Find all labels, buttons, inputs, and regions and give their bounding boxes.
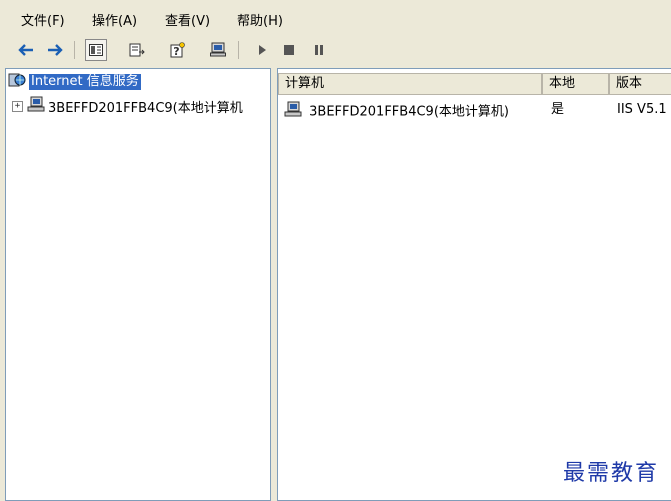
menu-action[interactable]: 操作(A) (92, 10, 137, 29)
tree-child-label: 3BEFFD201FFB4C9(本地计算机 (48, 100, 243, 116)
column-header-local[interactable]: 本地 (542, 73, 609, 95)
column-header-computer[interactable]: 计算机 (278, 73, 542, 95)
computer-icon (284, 101, 302, 123)
list-pane: 计算机 本地 版本 3BEFFD201FFB4C9(本地计算机) 是 IIS V… (277, 68, 671, 501)
tree-pane: Internet 信息服务 + 3BEFFD201FFB4C9(本地计算机 (5, 68, 271, 501)
menu-view[interactable]: 查看(V) (165, 10, 210, 29)
list-item-computer[interactable]: 3BEFFD201FFB4C9(本地计算机) (284, 101, 509, 123)
tree-root-label: Internet 信息服务 (29, 74, 141, 90)
column-header-version[interactable]: 版本 (609, 73, 671, 95)
help-icon[interactable]: ? (166, 39, 188, 61)
tree-item-iis-root[interactable]: Internet 信息服务 (8, 72, 141, 92)
menu-file[interactable]: 文件(F) (21, 10, 65, 29)
tree-item-local-computer[interactable]: + 3BEFFD201FFB4C9(本地计算机 (12, 96, 243, 116)
stop-icon[interactable] (278, 39, 300, 61)
cell-computer: 3BEFFD201FFB4C9(本地计算机) (309, 104, 509, 120)
play-icon[interactable] (251, 39, 273, 61)
expand-icon[interactable]: + (12, 100, 23, 112)
cell-version: IIS V5.1 (617, 102, 667, 117)
forward-arrow-icon[interactable] (44, 39, 66, 61)
show-hide-tree-icon[interactable] (85, 39, 107, 61)
svg-text:?: ? (173, 45, 179, 58)
cell-local: 是 (551, 102, 565, 117)
menu-bar: 文件(F) 操作(A) 查看(V) 帮助(H) (0, 0, 671, 37)
pause-icon[interactable] (308, 39, 330, 61)
back-arrow-icon[interactable] (15, 39, 37, 61)
watermark: 最需教育 (562, 461, 659, 486)
menu-help[interactable]: 帮助(H) (237, 10, 283, 29)
computer-icon (27, 96, 45, 116)
iis-services-icon (8, 72, 26, 92)
export-list-icon[interactable] (126, 39, 148, 61)
toolbar: ? (0, 36, 671, 64)
computer-icon[interactable] (207, 39, 229, 61)
